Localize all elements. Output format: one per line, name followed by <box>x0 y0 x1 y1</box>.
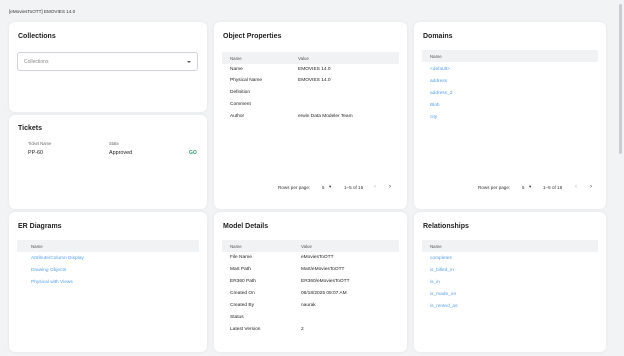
chevron-right-icon[interactable]: › <box>590 184 592 190</box>
row-name: File Name <box>230 255 252 260</box>
table-row: File Name eMoviesToOTT <box>222 252 399 263</box>
domains-header: Name <box>422 50 598 62</box>
table-row: Mart Path Mart/eMoviesToOTT <box>222 264 399 275</box>
chevron-down-icon: ▾ <box>329 184 332 189</box>
pager-range: 1–5 of 18 <box>543 185 563 190</box>
er-diagrams-title: ER Diagrams <box>18 223 62 230</box>
er-diagrams-header: Name <box>17 240 199 252</box>
table-row: Physical Name EMOVIES 14.0 <box>222 75 399 86</box>
pager-range: 1–5 of 15 <box>344 185 364 190</box>
collections-card: Collections Collections <box>9 22 207 112</box>
collections-placeholder: Collections <box>24 59 49 65</box>
list-item[interactable]: <default> <box>430 67 450 72</box>
table-row: Definition <box>222 87 399 98</box>
ticket-name: PP-60 <box>28 150 43 156</box>
list-item[interactable]: Blob <box>430 103 440 108</box>
row-name: ER360 Path <box>230 279 256 284</box>
list-item[interactable]: is_made_on <box>430 292 456 297</box>
list-item[interactable]: Drawing Objects <box>31 268 66 273</box>
table-row: Status <box>222 312 399 323</box>
row-value: erwin Data Modeler Team <box>298 114 353 119</box>
object-properties-col-value: Value <box>298 56 309 61</box>
row-name: Physical Name <box>230 78 262 83</box>
chevron-left-icon[interactable]: ‹ <box>374 184 376 190</box>
table-row: Created By naurak <box>222 300 399 311</box>
row-name: Status <box>230 315 244 320</box>
object-properties-pager: Rows per page: 5 ▾ 1–5 of 15 ‹ › <box>214 184 407 193</box>
table-row: Created On 06/18/2025 09:07 AM <box>222 288 399 299</box>
row-value: EMOVIES 14.0 <box>298 78 331 83</box>
breadcrumb: [eMoviesToOTT] EMOVIES 14.0 <box>9 9 76 14</box>
row-name: Created On <box>230 291 255 296</box>
table-row: Name EMOVIES 14.0 <box>222 64 399 75</box>
tickets-col-state: State <box>109 141 119 146</box>
list-item[interactable]: city <box>430 115 437 120</box>
row-name: Mart Path <box>230 267 251 272</box>
collections-title: Collections <box>18 33 56 40</box>
tickets-title: Tickets <box>18 125 42 132</box>
list-item[interactable]: address <box>430 79 447 84</box>
list-item[interactable]: is_billed_in <box>430 268 454 273</box>
domains-pager: Rows per page: 5 ▾ 1–5 of 18 ‹ › <box>414 184 606 193</box>
er-diagrams-col-name: Name <box>31 244 43 249</box>
list-item[interactable]: address_2 <box>430 91 452 96</box>
table-row: ER360 Path ER360/eMoviesToOTT <box>222 276 399 287</box>
table-row: Latest Version 2 <box>222 324 399 335</box>
row-value: EMOVIES 14.0 <box>298 67 331 72</box>
list-item[interactable]: Physical with Views <box>31 280 73 285</box>
table-row: Author erwin Data Modeler Team <box>222 111 399 122</box>
chevron-right-icon[interactable]: › <box>389 184 391 190</box>
domains-col-name: Name <box>430 54 442 59</box>
chevron-left-icon[interactable]: ‹ <box>575 184 577 190</box>
ticket-state: Approved <box>109 150 133 156</box>
row-value: 06/18/2025 09:07 AM <box>301 291 347 296</box>
relationships-col-name: Name <box>430 244 442 249</box>
rows-per-page-select[interactable]: 5 <box>522 185 525 190</box>
row-value: eMoviesToOTT <box>301 255 334 260</box>
row-name: Created By <box>230 303 254 308</box>
tickets-card: Tickets Ticket Name State PP-60 Approved… <box>9 115 207 209</box>
row-value: Mart/eMoviesToOTT <box>301 267 345 272</box>
relationships-title: Relationships <box>423 223 469 230</box>
object-properties-col-name: Name <box>230 56 242 61</box>
chevron-down-icon <box>187 61 191 63</box>
row-name: Latest Version <box>230 327 261 332</box>
object-properties-header: Name Value <box>222 52 399 64</box>
row-name: Author <box>230 114 245 119</box>
model-details-card: Model Details Name Value File Name eMovie… <box>214 212 407 352</box>
object-properties-title: Object Properties <box>223 33 282 40</box>
list-item[interactable]: is_rented_as <box>430 304 457 309</box>
relationships-header: Name <box>422 240 598 252</box>
model-details-col-name: Name <box>230 244 242 249</box>
tickets-col-name: Ticket Name <box>28 141 52 146</box>
row-name: Definition <box>230 90 250 95</box>
relationships-card: Relationships Name completes is_billed_i… <box>414 212 606 352</box>
er-diagrams-card: ER Diagrams Name Attribute/Column Displa… <box>9 212 207 352</box>
list-item[interactable]: is_in <box>430 280 440 285</box>
row-name: Comment <box>230 102 251 107</box>
list-item[interactable]: completes <box>430 256 452 261</box>
rows-per-page-label: Rows per page: <box>478 185 511 190</box>
row-value: ER360/eMoviesToOTT <box>301 279 350 284</box>
ticket-go-button[interactable]: GO <box>189 150 197 156</box>
row-value: naurak <box>301 303 316 308</box>
page-scrollbar[interactable] <box>619 4 622 154</box>
table-row: Comment <box>222 99 399 110</box>
list-item[interactable]: Attribute/Column Display <box>31 256 84 261</box>
domains-title: Domains <box>423 33 453 40</box>
domains-card: Domains Name <default> address address_2… <box>414 22 606 209</box>
model-details-header: Name Value <box>222 240 399 252</box>
collections-select[interactable]: Collections <box>17 52 198 71</box>
chevron-down-icon: ▾ <box>529 184 532 189</box>
object-properties-card: Object Properties Name Value Name EMOVIES… <box>214 22 407 209</box>
row-name: Name <box>230 67 243 72</box>
model-details-col-value: Value <box>301 244 312 249</box>
row-value: 2 <box>301 327 304 332</box>
rows-per-page-select[interactable]: 5 <box>322 185 325 190</box>
model-details-title: Model Details <box>223 223 269 230</box>
rows-per-page-label: Rows per page: <box>278 185 311 190</box>
